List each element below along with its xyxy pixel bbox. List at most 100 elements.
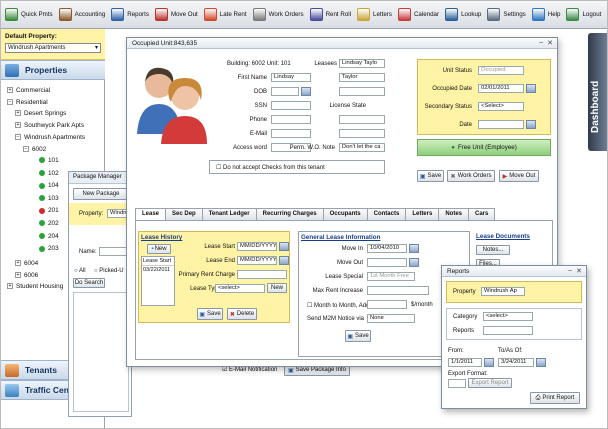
toolbar-move-out-button[interactable]: Move Out xyxy=(153,4,202,26)
max-rent-input[interactable] xyxy=(367,286,429,295)
license-input[interactable] xyxy=(339,87,385,96)
tree-unit-item[interactable]: 202 xyxy=(39,220,59,227)
new-lease-button[interactable]: ▪ New xyxy=(147,244,171,254)
export-format-select[interactable] xyxy=(448,379,466,388)
move-out-button[interactable]: ▶ Move Out xyxy=(499,170,539,182)
occupied-date-input[interactable]: 02/01/2011 xyxy=(478,84,524,93)
all-radio[interactable]: ○ All xyxy=(74,268,86,274)
leasees-select[interactable]: Lindsay Taylo xyxy=(339,59,385,68)
notes-button[interactable]: Notes... xyxy=(476,245,510,255)
do-search-button[interactable]: Do Search xyxy=(73,278,105,288)
toolbar-quick-pmts-button[interactable]: Quick Pmts xyxy=(3,4,57,26)
calendar-icon[interactable] xyxy=(536,358,546,367)
tree-unit-item[interactable]: 201 xyxy=(39,207,59,214)
tab-recurring-charges[interactable]: Recurring Charges xyxy=(255,208,324,220)
toolbar-accounting-button[interactable]: Accounting xyxy=(57,4,110,26)
calendar-icon[interactable] xyxy=(301,87,311,96)
toolbar-reports-button[interactable]: Reports xyxy=(109,4,153,26)
work-input[interactable] xyxy=(339,129,385,138)
toolbar-letters-button[interactable]: Letters xyxy=(355,4,396,26)
dashboard-tab[interactable]: Dashboard xyxy=(588,33,607,151)
tree-item-desert-springs[interactable]: + Desert Springs xyxy=(15,110,66,117)
tree-item-6002[interactable]: −6002 xyxy=(23,146,46,153)
print-report-button[interactable]: ⎙ Print Report xyxy=(530,392,580,404)
m2m-checkbox[interactable]: ☐ Month to Month, Add xyxy=(307,302,369,309)
expand-icon[interactable]: + xyxy=(15,122,21,129)
lease-special-select[interactable]: 1st Month Free xyxy=(367,272,415,281)
toolbar-help-button[interactable]: Help xyxy=(530,4,565,26)
email-input[interactable] xyxy=(271,129,311,138)
no-checks-checkbox[interactable]: ☐ Do not accept Checks from this tenant xyxy=(209,160,385,174)
toolbar-rent-roll-button[interactable]: Rent Roll xyxy=(308,4,355,26)
minimize-icon[interactable]: – xyxy=(568,267,572,274)
expand-icon[interactable]: + xyxy=(15,272,21,279)
expand-icon[interactable]: + xyxy=(7,283,13,290)
tree-unit-item[interactable]: 104 xyxy=(39,182,59,189)
first-name-input[interactable]: Lindsay xyxy=(271,73,311,82)
tab-contacts[interactable]: Contacts xyxy=(366,208,407,220)
tab-letters[interactable]: Letters xyxy=(405,208,440,220)
secondary-status-select[interactable]: <Select> xyxy=(478,102,524,111)
m2m-input[interactable] xyxy=(367,300,407,309)
properties-header[interactable]: Properties xyxy=(1,60,105,80)
phone-input[interactable] xyxy=(271,115,311,124)
move-out-input[interactable] xyxy=(367,258,407,267)
reports-select[interactable] xyxy=(483,326,533,335)
perm-wo-note-input[interactable]: Don't let the ca xyxy=(339,143,385,152)
tree-item-6004[interactable]: +6004 xyxy=(15,260,38,267)
toolbar-logout-button[interactable]: Logout xyxy=(564,4,605,26)
lease-save-button[interactable]: ▣ Save xyxy=(197,308,223,320)
tab-cars[interactable]: Cars xyxy=(468,208,496,220)
calendar-icon[interactable] xyxy=(526,84,536,93)
lease-history-list[interactable]: Lease Start 03/22/2011 xyxy=(141,256,175,306)
new-lease-type-button[interactable]: New xyxy=(267,283,287,293)
expand-icon[interactable]: + xyxy=(7,87,13,94)
tab-occupants[interactable]: Occupants xyxy=(322,208,368,220)
new-package-button[interactable]: New Package xyxy=(73,188,129,200)
calendar-icon[interactable] xyxy=(409,258,419,267)
lease-delete-button[interactable]: ✖ Delete xyxy=(227,308,257,320)
lease-type-select[interactable]: <select> xyxy=(215,284,265,293)
dob-input[interactable] xyxy=(271,87,299,96)
collapse-icon[interactable]: − xyxy=(15,134,21,141)
toolbar-calendar-button[interactable]: Calendar xyxy=(396,4,443,26)
package-list[interactable] xyxy=(73,292,129,412)
collapse-icon[interactable]: − xyxy=(23,146,29,153)
collapse-icon[interactable]: − xyxy=(7,99,13,106)
tab-sec-dep[interactable]: Sec Dep xyxy=(165,208,203,220)
save-button[interactable]: ▣ Save xyxy=(417,170,444,182)
minimize-icon[interactable]: – xyxy=(539,39,543,46)
calendar-icon[interactable] xyxy=(484,358,494,367)
toolbar-late-rent-button[interactable]: Late Rent xyxy=(202,4,251,26)
tree-item-windrush[interactable]: − Windrush Apartments xyxy=(15,134,85,141)
general-save-button[interactable]: ▣ Save xyxy=(345,330,371,342)
lease-start-input[interactable]: MM/DD/YYYY xyxy=(237,242,277,251)
tree-item-student-housing[interactable]: + Student Housing xyxy=(7,283,63,290)
last-input[interactable]: Taylor xyxy=(339,73,385,82)
status-date-input[interactable] xyxy=(478,120,524,129)
close-icon[interactable]: ✕ xyxy=(547,39,553,47)
email-notification-checkbox[interactable]: ☑ E-Mail Notification xyxy=(222,366,277,373)
ssn-input[interactable] xyxy=(271,101,311,110)
calendar-icon[interactable] xyxy=(279,242,289,251)
toolbar-settings-button[interactable]: Settings xyxy=(485,4,529,26)
calendar-icon[interactable] xyxy=(279,256,289,265)
lease-end-input[interactable]: MM/DD/YYYY xyxy=(237,256,277,265)
expand-icon[interactable]: + xyxy=(15,110,21,117)
tree-unit-item[interactable]: 102 xyxy=(39,170,59,177)
expand-icon[interactable]: + xyxy=(15,260,21,267)
from-date-input[interactable]: 1/1/2011 xyxy=(448,358,482,367)
picked-up-radio[interactable]: ○ Picked-U xyxy=(94,268,124,274)
tree-item-commercial[interactable]: + Commercial xyxy=(7,87,50,94)
toolbar-lookup-button[interactable]: Lookup xyxy=(443,4,485,26)
cell-input[interactable] xyxy=(339,115,385,124)
category-select[interactable]: <select> xyxy=(483,312,533,321)
export-report-button[interactable]: Export Report xyxy=(468,378,512,388)
close-icon[interactable]: ✕ xyxy=(576,267,582,275)
move-in-input[interactable]: 10/04/2010 xyxy=(367,244,407,253)
tree-unit-item[interactable]: 101 xyxy=(39,157,59,164)
work-orders-button[interactable]: ✖ Work Orders xyxy=(447,170,495,182)
reports-property-select[interactable]: Windrush Ap xyxy=(481,287,525,296)
package-name-input[interactable] xyxy=(99,247,129,256)
tree-item-residential[interactable]: − Residential xyxy=(7,99,48,106)
